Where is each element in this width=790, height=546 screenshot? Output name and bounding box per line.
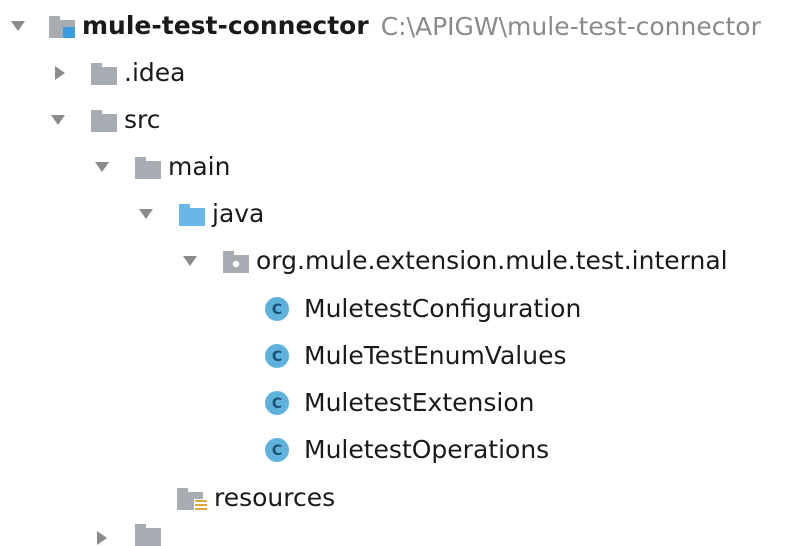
folder-icon (134, 524, 162, 546)
folder-label: .idea (124, 58, 186, 87)
folder-label: main (168, 152, 231, 181)
svg-text:C: C (272, 396, 282, 412)
tree-node-class[interactable]: C MuletestOperations (264, 430, 549, 470)
resources-folder-icon (176, 486, 208, 510)
tree-node-cutoff (92, 524, 168, 546)
tree-node-class[interactable]: C MuletestConfiguration (264, 289, 581, 329)
root-module-path: C:\APIGW\mule-test-connector (380, 11, 761, 41)
project-tree: mule-test-connector C:\APIGW\mule-test-c… (0, 0, 790, 546)
class-label: MuletestConfiguration (304, 294, 582, 323)
class-label: MuletestOperations (304, 435, 550, 464)
folder-label: resources (214, 483, 336, 512)
class-label: MuleTestEnumValues (304, 341, 567, 370)
module-folder-icon (48, 14, 76, 38)
tree-node-idea[interactable]: .idea (50, 53, 185, 93)
package-icon (222, 249, 250, 273)
tree-node-src[interactable]: src (48, 100, 161, 140)
root-module-label: mule-test-connector (82, 11, 369, 40)
collapsed-arrow-icon[interactable] (50, 63, 70, 83)
tree-node-class[interactable]: C MuletestExtension (264, 383, 534, 423)
class-label: MuletestExtension (304, 388, 535, 417)
class-icon: C (264, 437, 290, 463)
folder-icon (90, 108, 118, 132)
folder-label: java (212, 199, 265, 228)
folder-icon (90, 61, 118, 85)
tree-node-java[interactable]: java (136, 194, 264, 234)
class-icon: C (264, 390, 290, 416)
tree-node-root[interactable]: mule-test-connector C:\APIGW\mule-test-c… (0, 6, 761, 46)
class-icon: C (264, 343, 290, 369)
tree-node-main[interactable]: main (92, 147, 230, 187)
source-folder-icon (178, 202, 206, 226)
expand-arrow-icon[interactable] (180, 251, 200, 271)
expand-arrow-icon[interactable] (92, 157, 112, 177)
package-label: org.mule.extension.mule.test.internal (256, 246, 728, 275)
folder-icon (134, 155, 162, 179)
svg-text:C: C (272, 302, 282, 318)
folder-label: src (124, 105, 161, 134)
svg-text:C: C (272, 443, 282, 459)
expand-arrow-icon[interactable] (8, 16, 28, 36)
expand-arrow-icon[interactable] (136, 204, 156, 224)
svg-text:C: C (272, 349, 282, 365)
class-icon: C (264, 296, 290, 322)
collapsed-arrow-icon (92, 526, 112, 546)
tree-node-resources[interactable]: resources (176, 478, 335, 518)
tree-node-class[interactable]: C MuleTestEnumValues (264, 336, 567, 376)
tree-node-package[interactable]: org.mule.extension.mule.test.internal (180, 241, 728, 281)
expand-arrow-icon[interactable] (48, 110, 68, 130)
